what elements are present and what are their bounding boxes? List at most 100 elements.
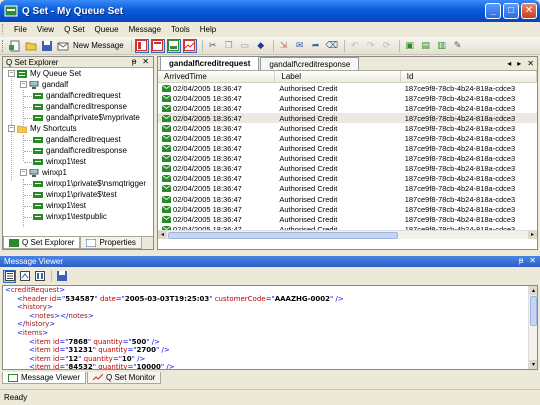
- add-shortcut-button[interactable]: ▤: [419, 39, 433, 53]
- tree-item-shortcut-creditresponse[interactable]: gandalf\creditresponse: [33, 145, 127, 156]
- view-properties-button[interactable]: [150, 38, 165, 53]
- new-message-icon-button[interactable]: [56, 39, 70, 53]
- view-explorer-button[interactable]: [134, 38, 149, 53]
- tools-button[interactable]: ✎: [451, 39, 465, 53]
- refresh-button[interactable]: ⟳: [380, 39, 394, 53]
- explorer-header: Q Set Explorer ᵽ ✕: [3, 57, 153, 68]
- table-row[interactable]: 02/04/2005 18:36:47 Authorised Credit 187c…: [158, 214, 537, 224]
- menu-qset[interactable]: Q Set: [59, 25, 89, 34]
- tree-item-my-queue-set[interactable]: My Queue Set: [17, 68, 81, 79]
- table-row[interactable]: 02/04/2005 18:36:47 Authorised Credit 187c…: [158, 123, 537, 133]
- tab-properties[interactable]: Properties: [80, 237, 142, 249]
- open-button[interactable]: [24, 39, 38, 53]
- binary-view-button[interactable]: [33, 270, 46, 283]
- viewer-close-button[interactable]: ✕: [529, 256, 536, 265]
- scroll-down-button[interactable]: ▾: [529, 360, 537, 369]
- scroll-left-button[interactable]: ◂: [158, 231, 167, 239]
- viewer-pin-button[interactable]: ᵽ: [519, 256, 523, 265]
- tree-item-shortcut-winxp1-test[interactable]: winxp1\test: [33, 156, 86, 167]
- tab-qset-monitor[interactable]: Q Set Monitor: [87, 372, 162, 384]
- paste-button[interactable]: ▭: [238, 39, 252, 53]
- expand-toggle[interactable]: –: [8, 70, 15, 77]
- remove-queue-button[interactable]: ▥: [435, 39, 449, 53]
- scroll-tabs-right-button[interactable]: ▸: [517, 59, 521, 68]
- send-button[interactable]: ✉: [293, 39, 307, 53]
- table-row[interactable]: 02/04/2005 18:36:47 Authorised Credit 187c…: [158, 144, 537, 154]
- scroll-thumb[interactable]: [530, 296, 537, 326]
- table-row[interactable]: 02/04/2005 18:36:47 Authorised Credit 187c…: [158, 174, 537, 184]
- delete-button[interactable]: ◆: [254, 39, 268, 53]
- close-document-button[interactable]: ✕: [527, 59, 534, 68]
- new-qset-button[interactable]: [8, 39, 22, 53]
- redo-button[interactable]: ↷: [364, 39, 378, 53]
- table-row[interactable]: 02/04/2005 18:36:47 Authorised Credit 187c…: [158, 204, 537, 214]
- save-button[interactable]: [40, 39, 54, 53]
- table-row[interactable]: 02/04/2005 18:36:47 Authorised Credit 187c…: [158, 184, 537, 194]
- expand-toggle[interactable]: –: [8, 125, 15, 132]
- explorer-pin-button[interactable]: ᵽ: [132, 57, 136, 66]
- tree-item-winxp1-private-test[interactable]: winxp1\private$\test: [33, 189, 117, 200]
- table-row[interactable]: 02/04/2005 18:36:47 Authorised Credit 187c…: [158, 113, 537, 124]
- tree-item-winxp1-test[interactable]: winxp1\test: [33, 200, 86, 211]
- minimize-button[interactable]: _: [485, 3, 501, 19]
- xml-view-button[interactable]: [18, 270, 31, 283]
- new-message-button[interactable]: New Message: [73, 41, 124, 50]
- menu-grip[interactable]: [2, 24, 5, 34]
- undo-button[interactable]: ↶: [348, 39, 362, 53]
- tab-qset-explorer[interactable]: Q Set Explorer: [3, 237, 81, 249]
- tree-item-my-shortcuts[interactable]: My Shortcuts: [17, 123, 77, 134]
- menu-queue[interactable]: Queue: [90, 25, 124, 34]
- text-view-button[interactable]: [3, 269, 16, 283]
- add-queue-button[interactable]: ▣: [403, 39, 417, 53]
- tree-item-winxp1[interactable]: winxp1: [29, 167, 67, 178]
- column-label[interactable]: Label: [275, 71, 401, 82]
- scroll-up-button[interactable]: ▴: [529, 286, 537, 295]
- scroll-thumb[interactable]: [168, 232, 398, 239]
- view-monitor-button[interactable]: [182, 38, 197, 53]
- view-viewer-button[interactable]: [166, 38, 181, 53]
- table-row[interactable]: 02/04/2005 18:36:47 Authorised Credit 187c…: [158, 133, 537, 143]
- tree-item-gandalf-creditrequest[interactable]: gandalf\creditrequest: [33, 90, 121, 101]
- table-row[interactable]: 02/04/2005 18:36:47 Authorised Credit 187c…: [158, 103, 537, 113]
- label-text: Authorised Credit: [279, 123, 338, 133]
- column-arrived-time[interactable]: ArrivedTime: [158, 71, 276, 82]
- tree-item-gandalf-myprivate[interactable]: gandalf\private$\myprivate: [33, 112, 140, 123]
- copy-button[interactable]: ❐: [222, 39, 236, 53]
- tab-gandalf-creditresponse[interactable]: gandalf\creditresponse: [260, 57, 360, 70]
- menu-file[interactable]: File: [9, 25, 32, 34]
- column-id[interactable]: Id: [401, 71, 537, 82]
- tree-item-gandalf[interactable]: gandalf: [29, 79, 68, 90]
- menu-tools[interactable]: Tools: [166, 25, 195, 34]
- message-body-xml[interactable]: <creditRequest> <header id="534587" date…: [2, 285, 538, 370]
- tree-item-shortcut-creditrequest[interactable]: gandalf\creditrequest: [33, 134, 121, 145]
- menu-help[interactable]: Help: [195, 25, 221, 34]
- expand-toggle[interactable]: –: [20, 169, 27, 176]
- maximize-button[interactable]: □: [503, 3, 519, 19]
- menu-message[interactable]: Message: [124, 25, 166, 34]
- tab-message-viewer[interactable]: Message Viewer: [2, 372, 86, 384]
- table-row[interactable]: 02/04/2005 18:36:47 Authorised Credit 187c…: [158, 154, 537, 164]
- scroll-right-button[interactable]: ▸: [528, 231, 537, 239]
- explorer-close-button[interactable]: ✕: [142, 57, 149, 66]
- forward-button[interactable]: ➦: [309, 39, 323, 53]
- label-text: Authorised Credit: [279, 144, 338, 154]
- tab-gandalf-creditrequest[interactable]: gandalf\creditrequest: [160, 57, 260, 70]
- viewer-save-button[interactable]: [55, 270, 68, 283]
- import-button[interactable]: ⇲: [277, 39, 291, 53]
- cut-button[interactable]: ✂: [206, 39, 220, 53]
- expand-toggle[interactable]: –: [20, 81, 27, 88]
- vertical-scrollbar[interactable]: ▴ ▾: [528, 286, 537, 369]
- menu-view[interactable]: View: [32, 25, 59, 34]
- tree-item-winxp1-nsmqtrigger[interactable]: winxp1\private$\nsmqtrigger: [33, 178, 146, 189]
- purge-button[interactable]: ⌫: [325, 39, 339, 53]
- tree-item-gandalf-creditresponse[interactable]: gandalf\creditresponse: [33, 101, 127, 112]
- close-button[interactable]: ✕: [521, 3, 537, 19]
- toolbar-grip[interactable]: [2, 39, 5, 52]
- table-row[interactable]: 02/04/2005 18:36:47 Authorised Credit 187c…: [158, 164, 537, 174]
- scroll-tabs-left-button[interactable]: ◂: [507, 59, 511, 68]
- horizontal-scrollbar[interactable]: ◂ ▸: [158, 230, 537, 239]
- table-row[interactable]: 02/04/2005 18:36:47 Authorised Credit 187c…: [158, 93, 537, 103]
- table-row[interactable]: 02/04/2005 18:36:47 Authorised Credit 187c…: [158, 194, 537, 204]
- table-row[interactable]: 02/04/2005 18:36:47 Authorised Credit 187c…: [158, 83, 537, 93]
- tree-item-winxp1-testpublic[interactable]: winxp1\testpublic: [33, 211, 107, 222]
